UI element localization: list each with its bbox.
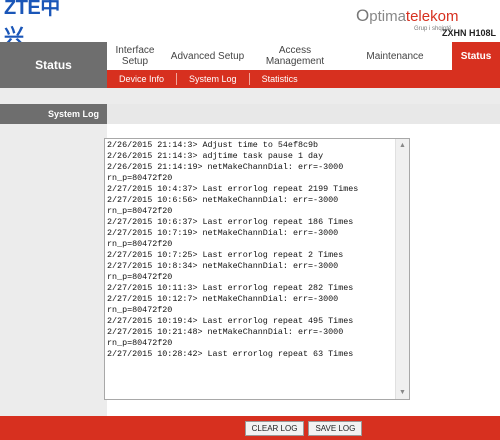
footer-bar: CLEAR LOG SAVE LOG <box>107 416 500 440</box>
footer-left <box>0 416 107 440</box>
model-name: ZXHN H108L <box>441 28 496 38</box>
header: ZTE中兴 Optimatelekom Grup i shqiptë ZXHN … <box>0 0 500 48</box>
subnav-device-info[interactable]: Device Info <box>107 73 178 85</box>
save-log-button[interactable]: SAVE LOG <box>308 420 363 436</box>
subnav-statistics[interactable]: Statistics <box>250 73 310 85</box>
current-section-label: Status <box>0 42 107 88</box>
system-log-text: 2/26/2015 21:14:3> Adjust time to 54ef8c… <box>107 140 359 359</box>
scroll-up-arrow-icon[interactable]: ▲ <box>396 139 409 152</box>
main-tabs: Interface Setup Advanced Setup Access Ma… <box>107 42 500 70</box>
subnav-system-log[interactable]: System Log <box>177 73 250 85</box>
tab-status[interactable]: Status <box>452 42 500 70</box>
system-log-textarea[interactable]: 2/26/2015 21:14:3> Adjust time to 54ef8c… <box>104 138 410 400</box>
section-title: System Log <box>0 104 107 124</box>
log-scrollbar[interactable]: ▲ ▼ <box>395 139 409 399</box>
spacer-bar <box>0 88 500 104</box>
left-column <box>0 124 107 416</box>
clear-log-button[interactable]: CLEAR LOG <box>244 420 305 436</box>
scroll-down-arrow-icon[interactable]: ▼ <box>396 386 409 399</box>
tab-advanced-setup[interactable]: Advanced Setup <box>163 42 252 70</box>
tab-maintenance[interactable]: Maintenance <box>338 42 452 70</box>
tab-interface-setup[interactable]: Interface Setup <box>107 42 163 70</box>
zte-logo: ZTE中兴 <box>4 0 72 48</box>
operator-name: Optimatelekom <box>356 6 459 25</box>
tab-access-management[interactable]: Access Management <box>252 42 338 70</box>
sub-navigation: Device Info System Log Statistics <box>107 70 500 88</box>
